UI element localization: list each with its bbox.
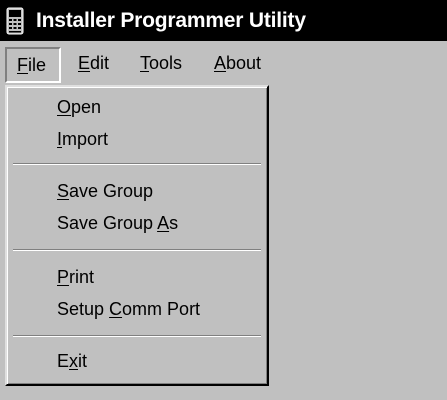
- menu-separator: [13, 335, 261, 337]
- menu-item-open[interactable]: Open: [9, 90, 265, 124]
- menu-tools[interactable]: Tools: [140, 47, 182, 81]
- menu-about[interactable]: About: [214, 47, 261, 81]
- app-window: Installer Programmer Utility File Edit T…: [0, 0, 447, 400]
- menu-item-print[interactable]: Print: [9, 260, 265, 294]
- menu-separator: [13, 163, 261, 165]
- menu-edit-access-key: E: [78, 53, 91, 73]
- menu-item-import[interactable]: Import: [9, 122, 265, 156]
- menu-tools-access-key: T: [140, 53, 149, 73]
- menu-item-setup-comm-port[interactable]: Setup Comm Port: [9, 292, 265, 326]
- file-menu-dropdown: Open Import Save Group Save Group As Pri…: [5, 85, 269, 386]
- menu-item-save-group-as[interactable]: Save Group As: [9, 206, 265, 240]
- menu-edit[interactable]: Edit: [78, 47, 109, 81]
- menu-bar: File Edit Tools About: [0, 41, 447, 85]
- menu-separator: [13, 249, 261, 251]
- menu-item-exit[interactable]: Exit: [9, 344, 265, 378]
- menu-file[interactable]: File: [5, 47, 61, 83]
- menu-about-access-key: A: [214, 53, 227, 73]
- window-title: Installer Programmer Utility: [36, 8, 306, 32]
- handheld-programmer-icon: [4, 6, 26, 36]
- menu-item-save-group[interactable]: Save Group: [9, 174, 265, 208]
- title-bar: Installer Programmer Utility: [0, 0, 447, 41]
- menu-file-access-key: F: [17, 55, 28, 75]
